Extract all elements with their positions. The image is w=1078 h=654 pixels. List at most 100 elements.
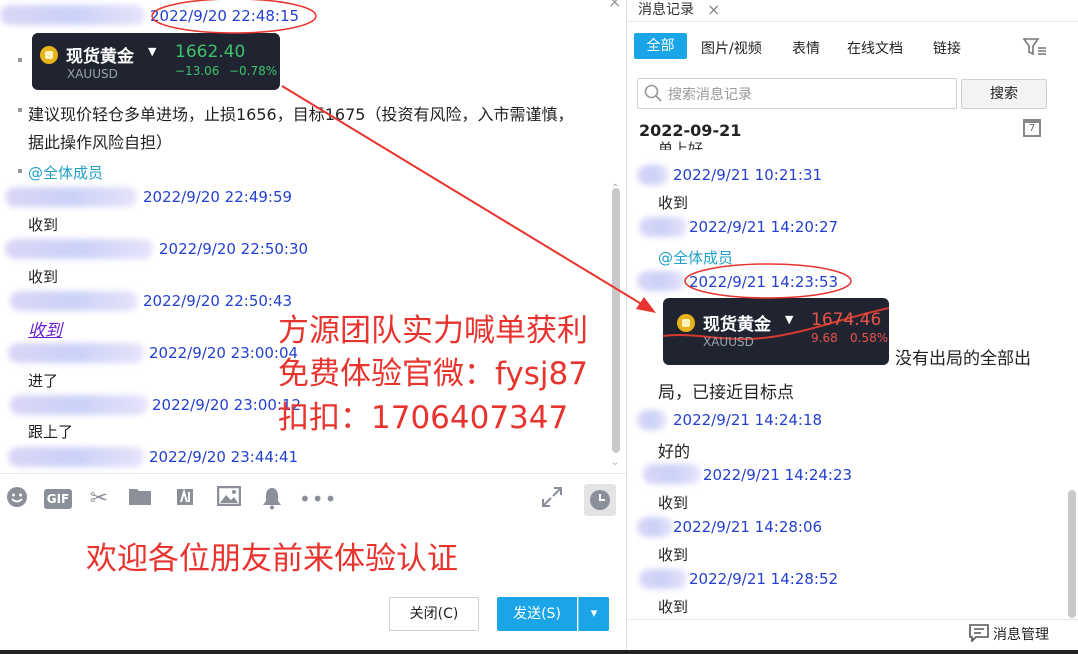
filter-icon[interactable] xyxy=(1022,37,1047,61)
sender-avatar-blurred xyxy=(639,217,687,237)
message-text: 收到 xyxy=(28,268,59,286)
bottom-edge xyxy=(0,650,1078,654)
promo-text: 免费体验官微：fysj87 xyxy=(278,356,588,392)
quote-price: 1662.40 xyxy=(175,42,246,62)
tab-media[interactable]: 图片/视频 xyxy=(701,38,762,58)
scissors-icon[interactable]: ✂ xyxy=(86,486,112,512)
gold-quote-card[interactable]: 现货黄金 ▼ XAUUSD 1662.40 −13.06 −0.78% xyxy=(32,33,280,90)
tab-all[interactable]: 全部 xyxy=(634,33,687,59)
history-panel: 消息记录 × 全部 图片/视频 表情 在线文档 链接 搜索消息记录 搜索 202… xyxy=(627,0,1078,654)
search-icon xyxy=(644,84,662,106)
quote-symbol: XAUUSD xyxy=(67,67,118,81)
chevron-down-icon: ▼ xyxy=(785,313,794,326)
divider xyxy=(627,619,1078,620)
sender-avatar-blurred xyxy=(5,187,137,207)
send-button[interactable]: 发送(S) xyxy=(497,597,577,631)
sender-avatar-blurred xyxy=(637,165,669,185)
tab-emoji[interactable]: 表情 xyxy=(792,38,820,58)
message-text: 收到 xyxy=(658,494,689,512)
sender-avatar-blurred xyxy=(639,569,687,589)
bell-icon[interactable] xyxy=(259,486,285,517)
message-timestamp: 2022/9/21 10:21:31 xyxy=(673,166,823,184)
sender-avatar-blurred xyxy=(0,5,145,25)
history-clock-icon[interactable] xyxy=(584,484,616,516)
quote-percent: −0.78% xyxy=(229,64,278,78)
gold-quote-card[interactable]: 现货黄金 ▼ XAUUSD 1674.46 9.68 0.58% xyxy=(663,298,889,365)
quote-change: 9.68 xyxy=(811,331,838,345)
message-text: 没有出局的全部出 xyxy=(895,349,1031,369)
search-input[interactable]: 搜索消息记录 xyxy=(637,78,957,109)
message-timestamp: 2022/9/20 22:49:59 xyxy=(143,188,293,206)
quick-reply-icon[interactable] xyxy=(172,486,198,515)
sender-avatar-blurred xyxy=(10,291,138,311)
image-icon[interactable] xyxy=(216,485,242,513)
emoji-icon[interactable] xyxy=(4,486,30,515)
more-icon[interactable]: ••• xyxy=(299,486,336,512)
message-timestamp: 2022/9/21 14:24:18 xyxy=(673,411,823,429)
message-text: 进了 xyxy=(28,372,59,390)
search-placeholder: 搜索消息记录 xyxy=(668,87,752,103)
message-timestamp: 2022/9/20 23:44:41 xyxy=(149,448,299,466)
bullet xyxy=(18,58,22,62)
history-tab-title[interactable]: 消息记录 xyxy=(638,0,694,19)
calendar-icon[interactable]: 7 xyxy=(1023,119,1041,137)
quote-percent: 0.58% xyxy=(850,331,889,345)
search-button[interactable]: 搜索 xyxy=(961,79,1047,109)
quote-change: −13.06 xyxy=(175,64,220,78)
mention-all[interactable]: @全体成员 xyxy=(28,162,103,183)
welcome-text: 欢迎各位朋友前来体验认证 xyxy=(86,541,458,577)
message-timestamp: 2022/9/21 14:20:27 xyxy=(689,218,839,236)
close-icon[interactable]: × xyxy=(707,0,720,19)
scrollbar-thumb[interactable] xyxy=(612,188,620,453)
bullet xyxy=(18,169,22,173)
sender-avatar-blurred xyxy=(643,464,701,484)
message-timestamp: 2022/9/20 23:00:04 xyxy=(149,344,299,362)
divider xyxy=(0,473,626,474)
message-link[interactable]: 收到 xyxy=(28,316,62,341)
promo-text: 方源团队实力喊单获利 xyxy=(278,313,588,349)
sender-avatar-blurred xyxy=(637,517,673,537)
message-text: 好的 xyxy=(658,442,691,461)
gif-icon[interactable]: GIF xyxy=(44,486,72,509)
bullet xyxy=(18,108,22,112)
message-text: 建议现价轻仓多单进场，止损1656，目标1675（投资有风险，入市需谨慎， xyxy=(28,105,574,124)
message-text: 局，已接近目标点 xyxy=(658,383,794,403)
message-manage-icon[interactable] xyxy=(969,624,989,646)
message-text: 收到 xyxy=(28,216,59,234)
message-timestamp: 2022/9/20 22:48:15 xyxy=(150,7,300,25)
tab-docs[interactable]: 在线文档 xyxy=(847,38,903,58)
scrollbar-thumb[interactable] xyxy=(1068,490,1076,618)
quote-price: 1674.46 xyxy=(811,310,882,330)
sender-avatar-blurred xyxy=(637,271,685,291)
message-text: 据此操作风险自担） xyxy=(28,133,173,152)
quote-symbol: XAUUSD xyxy=(703,335,754,349)
message-timestamp: 2022/9/21 14:28:52 xyxy=(689,570,839,588)
divider xyxy=(627,21,1078,22)
message-timestamp: 2022/9/21 14:24:23 xyxy=(703,466,853,484)
sender-avatar-blurred xyxy=(8,447,144,467)
sender-avatar-blurred xyxy=(637,410,667,430)
folder-icon[interactable] xyxy=(127,486,153,513)
quote-name: 现货黄金 xyxy=(66,47,134,67)
sender-avatar-blurred xyxy=(10,395,148,415)
message-timestamp: 2022/9/20 22:50:43 xyxy=(143,292,293,310)
message-timestamp: 2022/9/21 14:28:06 xyxy=(673,518,823,536)
sender-avatar-blurred xyxy=(5,239,153,259)
message-text: 跟上了 xyxy=(28,423,74,441)
expand-icon[interactable] xyxy=(539,486,565,515)
quote-name: 现货黄金 xyxy=(703,315,771,335)
scroll-down-icon[interactable]: ⌄ xyxy=(611,457,619,468)
message-manage-button[interactable]: 消息管理 xyxy=(993,624,1049,644)
message-text: 收到 xyxy=(658,194,689,212)
tab-links[interactable]: 链接 xyxy=(933,38,961,58)
gold-coin-icon xyxy=(677,314,695,332)
promo-text: 扣扣：1706407347 xyxy=(278,400,569,436)
send-options-dropdown[interactable]: ▾ xyxy=(578,597,609,631)
message-text-partial: 单上好 xyxy=(658,140,704,150)
message-timestamp: 2022/9/20 22:50:30 xyxy=(159,240,309,258)
gold-coin-icon xyxy=(40,46,58,64)
message-text: 收到 xyxy=(658,546,689,564)
close-button[interactable]: 关闭(C) xyxy=(389,597,479,631)
mention-all[interactable]: @全体成员 xyxy=(658,247,733,268)
sender-avatar-blurred xyxy=(8,343,144,363)
